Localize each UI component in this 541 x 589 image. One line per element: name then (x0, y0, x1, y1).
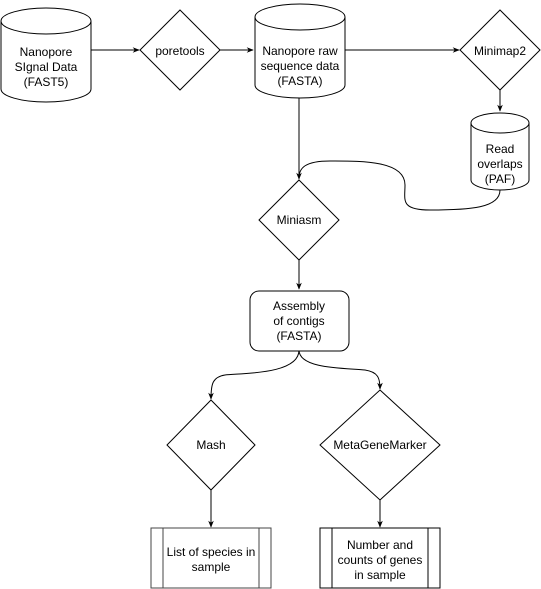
node-label: Number and (347, 538, 413, 552)
node-label: (FASTA) (276, 329, 321, 343)
node-label: Miniasm (277, 213, 322, 227)
node-label: Nanopore raw (262, 44, 338, 58)
node-label: sample (192, 560, 231, 574)
node-label: (PAF) (485, 172, 515, 186)
node-raw-sequence[interactable]: Nanopore raw sequence data (FASTA) (254, 3, 346, 99)
node-label: overlaps (477, 157, 522, 171)
node-label: poretools (155, 44, 204, 58)
node-label: of contigs (273, 314, 324, 328)
node-miniasm[interactable]: Miniasm (258, 179, 340, 261)
node-poretools[interactable]: poretools (139, 9, 221, 91)
node-label: MetaGeneMarker (333, 438, 426, 452)
node-label: (FASTA) (277, 74, 322, 88)
node-assembly[interactable]: Assembly of contigs (FASTA) (249, 290, 350, 352)
node-label: sequence data (261, 59, 340, 73)
node-label: Minimap2 (474, 44, 526, 58)
edge-assembly-to-mash (208, 349, 300, 400)
node-species-list[interactable]: List of species in sample (150, 527, 272, 589)
node-label: counts of genes (338, 553, 423, 567)
node-label: (FAST5) (24, 75, 69, 89)
node-read-overlaps[interactable]: Read overlaps (PAF) (470, 112, 530, 191)
edge-assembly-to-metagenemarker (298, 349, 383, 390)
node-label: SIgnal Data (15, 60, 78, 74)
node-label: Assembly (273, 299, 325, 313)
edge-overlaps-to-miniasm (298, 160, 501, 211)
node-metagenemarker[interactable]: MetaGeneMarker (319, 389, 441, 501)
flowchart-canvas: Nanopore SIgnal Data (FAST5) poretools N… (0, 3, 541, 589)
edges (91, 47, 503, 528)
node-mash[interactable]: Mash (166, 399, 256, 491)
node-minimap2[interactable]: Minimap2 (459, 9, 541, 91)
node-gene-counts[interactable]: Number and counts of genes in sample (319, 527, 441, 589)
node-label: Read (486, 142, 515, 156)
node-label: Mash (196, 438, 225, 452)
node-label: in sample (354, 568, 406, 582)
node-label: Nanopore (20, 45, 73, 59)
node-signal-data[interactable]: Nanopore SIgnal Data (FAST5) (0, 7, 92, 103)
node-label: List of species in (167, 545, 256, 559)
